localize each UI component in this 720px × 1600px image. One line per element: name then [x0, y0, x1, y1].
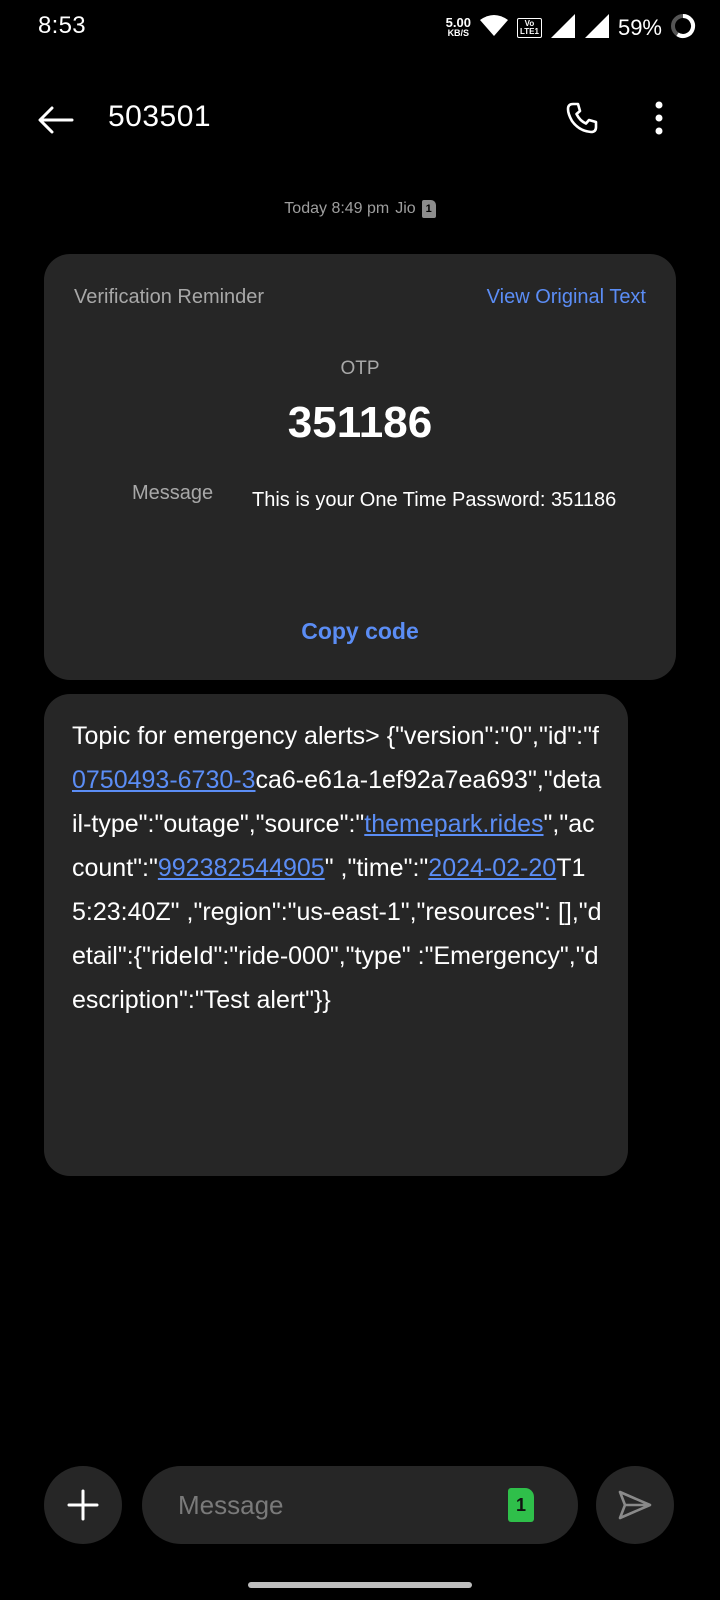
- more-vertical-icon: [655, 101, 663, 135]
- copy-code-button[interactable]: Copy code: [44, 618, 676, 645]
- sim-select-icon[interactable]: 1: [508, 1488, 534, 1522]
- call-button[interactable]: [562, 98, 602, 138]
- message-input[interactable]: [176, 1488, 480, 1522]
- back-button[interactable]: [36, 100, 76, 140]
- message-link[interactable]: 0750493-6730-3: [72, 766, 256, 794]
- carrier-name: Jio: [395, 200, 416, 217]
- battery-ring-icon: [670, 13, 696, 44]
- signal-icon: [550, 13, 576, 44]
- send-button[interactable]: [596, 1466, 674, 1544]
- conversation-header: 503501: [0, 78, 720, 158]
- status-icons: 5.00 KB/S Vo LTE1 59%: [446, 12, 696, 44]
- sim-icon: 1: [421, 200, 436, 218]
- message-composer: 1: [0, 1466, 720, 1546]
- network-speed-unit: KB/S: [447, 28, 470, 38]
- message-body: Topic for emergency alerts> {"version":"…: [72, 714, 604, 1022]
- volte-bottom: LTE1: [519, 27, 539, 36]
- message-link[interactable]: themepark.rides: [364, 810, 543, 838]
- otp-card-title: Verification Reminder: [74, 286, 265, 308]
- otp-label: OTP: [340, 358, 380, 379]
- message-bubble[interactable]: Topic for emergency alerts> {"version":"…: [44, 694, 628, 1176]
- phone-icon: [566, 102, 598, 134]
- add-attachment-button[interactable]: [44, 1466, 122, 1544]
- home-indicator[interactable]: [248, 1582, 472, 1588]
- status-time: 8:53: [38, 12, 86, 39]
- volte-icon: Vo LTE1: [516, 18, 542, 38]
- message-label: Message: [132, 482, 214, 504]
- view-original-text-link[interactable]: View Original Text: [487, 286, 646, 309]
- otp-card: Verification Reminder View Original Text…: [44, 254, 676, 680]
- send-icon: [618, 1490, 652, 1520]
- otp-code: 351186: [287, 398, 433, 447]
- plus-icon: [67, 1489, 99, 1521]
- message-link[interactable]: 2024-02-20: [428, 854, 556, 882]
- back-arrow-icon: [38, 106, 74, 134]
- message-link[interactable]: 992382544905: [158, 854, 325, 882]
- network-speed: 5.00 KB/S: [445, 15, 471, 38]
- contact-title: 503501: [108, 100, 212, 133]
- otp-message-text: This is your One Time Password: 351186: [252, 489, 617, 511]
- battery-percent: 59%: [617, 15, 662, 40]
- message-text: " ,"time":": [324, 854, 429, 882]
- timestamp-text: Today 8:49 pm: [284, 200, 390, 217]
- more-options-button[interactable]: [644, 98, 674, 138]
- wifi-icon: [479, 14, 509, 43]
- message-timestamp: Today 8:49 pm Jio 1: [0, 200, 720, 218]
- signal-icon: [584, 13, 610, 44]
- message-text: Topic for emergency alerts> {"version":"…: [72, 722, 599, 750]
- status-bar: 8:53 5.00 KB/S Vo LTE1 59%: [0, 0, 720, 56]
- network-speed-value: 5.00: [445, 15, 471, 30]
